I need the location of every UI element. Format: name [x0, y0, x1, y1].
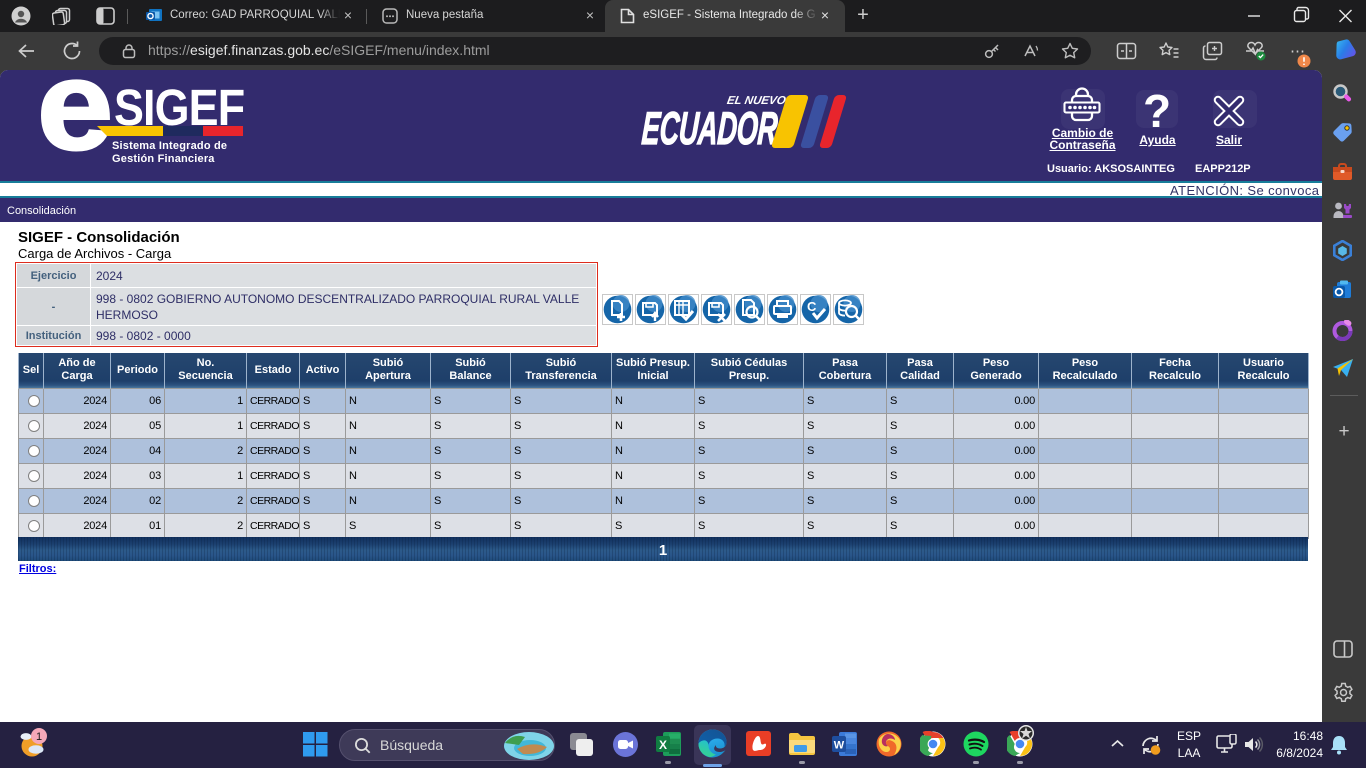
svg-text:W: W [834, 740, 845, 752]
svg-text:1: 1 [36, 731, 42, 743]
svg-text:X: X [659, 738, 667, 752]
svg-text:C: C [807, 299, 817, 314]
